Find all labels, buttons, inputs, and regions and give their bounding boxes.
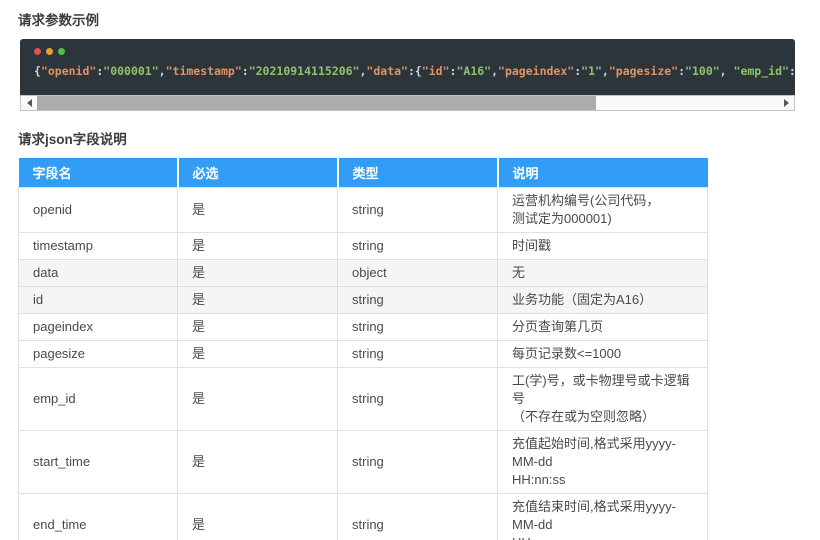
code-token: "000001" <box>103 64 158 78</box>
cell-required: 是 <box>178 494 338 540</box>
window-dot-green-icon <box>58 48 65 55</box>
code-token: "pageindex" <box>498 64 574 78</box>
cell-field: data <box>19 260 178 287</box>
cell-required: 是 <box>178 341 338 368</box>
cell-required: 是 <box>178 260 338 287</box>
table-row: timestamp是string时间戳 <box>19 233 708 260</box>
cell-required: 是 <box>178 368 338 431</box>
cell-required: 是 <box>178 431 338 494</box>
cell-desc: 工(学)号，或卡物理号或卡逻辑号 （不存在或为空则忽略） <box>498 368 708 431</box>
code-token: , <box>159 64 166 78</box>
scroll-right-button[interactable] <box>778 96 794 110</box>
cell-desc: 分页查询第几页 <box>498 314 708 341</box>
code-token: , <box>602 64 609 78</box>
cell-type: object <box>338 260 498 287</box>
cell-type: string <box>338 233 498 260</box>
cell-type: string <box>338 341 498 368</box>
table-row: pageindex是string分页查询第几页 <box>19 314 708 341</box>
code-token: "20210914115206" <box>249 64 360 78</box>
cell-desc: 时间戳 <box>498 233 708 260</box>
window-dot-yellow-icon <box>46 48 53 55</box>
table-row: openid是string运营机构编号(公司代码， 测试定为000001) <box>19 188 708 233</box>
code-token: : <box>242 64 249 78</box>
cell-required: 是 <box>178 188 338 233</box>
cell-type: string <box>338 188 498 233</box>
cell-field: emp_id <box>19 368 178 431</box>
cell-field: timestamp <box>19 233 178 260</box>
cell-field: pagesize <box>19 341 178 368</box>
cell-type: string <box>338 314 498 341</box>
cell-desc: 每页记录数<=1000 <box>498 341 708 368</box>
table-row: start_time是string充值起始时间,格式采用yyyy-MM-dd H… <box>19 431 708 494</box>
code-token: "openid" <box>41 64 96 78</box>
fields-table: 字段名 必选 类型 说明 openid是string运营机构编号(公司代码， 测… <box>18 158 708 540</box>
cell-field: openid <box>19 188 178 233</box>
cell-required: 是 <box>178 314 338 341</box>
code-line: {"openid":"000001","timestamp":"20210914… <box>34 64 795 78</box>
code-token: , <box>491 64 498 78</box>
code-token: "A16" <box>456 64 491 78</box>
table-row: end_time是string充值结束时间,格式采用yyyy-MM-dd HH:… <box>19 494 708 540</box>
code-token: : <box>789 64 795 78</box>
cell-type: string <box>338 494 498 540</box>
window-dots <box>34 48 795 55</box>
code-token: { <box>34 64 41 78</box>
code-token: "emp_id" <box>734 64 789 78</box>
window-dot-red-icon <box>34 48 41 55</box>
arrow-left-icon <box>27 99 32 107</box>
code-token: "100" <box>685 64 720 78</box>
cell-field: start_time <box>19 431 178 494</box>
cell-desc: 无 <box>498 260 708 287</box>
code-token: : <box>678 64 685 78</box>
cell-required: 是 <box>178 287 338 314</box>
code-token: "pagesize" <box>609 64 678 78</box>
cell-field: end_time <box>19 494 178 540</box>
code-token: :{ <box>408 64 422 78</box>
cell-field: pageindex <box>19 314 178 341</box>
code-block: {"openid":"000001","timestamp":"20210914… <box>20 39 795 95</box>
arrow-right-icon <box>784 99 789 107</box>
code-token: , <box>720 64 734 78</box>
horizontal-scrollbar[interactable] <box>20 95 795 111</box>
cell-type: string <box>338 431 498 494</box>
table-row: pagesize是string每页记录数<=1000 <box>19 341 708 368</box>
code-token: "data" <box>366 64 408 78</box>
code-token: "id" <box>422 64 450 78</box>
fields-table-head: 字段名 必选 类型 说明 <box>19 158 708 188</box>
column-header-desc: 说明 <box>498 158 708 188</box>
table-row: data是object无 <box>19 260 708 287</box>
api-doc-page: 请求参数示例 {"openid":"000001","timestamp":"2… <box>0 0 820 540</box>
column-header-type: 类型 <box>338 158 498 188</box>
scroll-left-button[interactable] <box>21 96 37 110</box>
cell-desc: 运营机构编号(公司代码， 测试定为000001) <box>498 188 708 233</box>
cell-desc: 充值起始时间,格式采用yyyy-MM-dd HH:nn:ss <box>498 431 708 494</box>
cell-desc: 业务功能（固定为A16） <box>498 287 708 314</box>
cell-field: id <box>19 287 178 314</box>
cell-type: string <box>338 287 498 314</box>
code-token: "timestamp" <box>166 64 242 78</box>
scrollbar-track[interactable] <box>37 96 778 110</box>
json-fields-heading: 请求json字段说明 <box>0 111 820 148</box>
request-example-heading: 请求参数示例 <box>0 0 820 29</box>
code-token: "1" <box>581 64 602 78</box>
cell-type: string <box>338 368 498 431</box>
fields-table-body: openid是string运营机构编号(公司代码， 测试定为000001)tim… <box>19 188 708 540</box>
column-header-required: 必选 <box>178 158 338 188</box>
cell-desc: 充值结束时间,格式采用yyyy-MM-dd HH:nn:ss <box>498 494 708 540</box>
table-row: id是string业务功能（固定为A16） <box>19 287 708 314</box>
column-header-field: 字段名 <box>19 158 178 188</box>
table-row: emp_id是string工(学)号，或卡物理号或卡逻辑号 （不存在或为空则忽略… <box>19 368 708 431</box>
scrollbar-thumb[interactable] <box>37 96 596 110</box>
cell-required: 是 <box>178 233 338 260</box>
header-row: 字段名 必选 类型 说明 <box>19 158 708 188</box>
